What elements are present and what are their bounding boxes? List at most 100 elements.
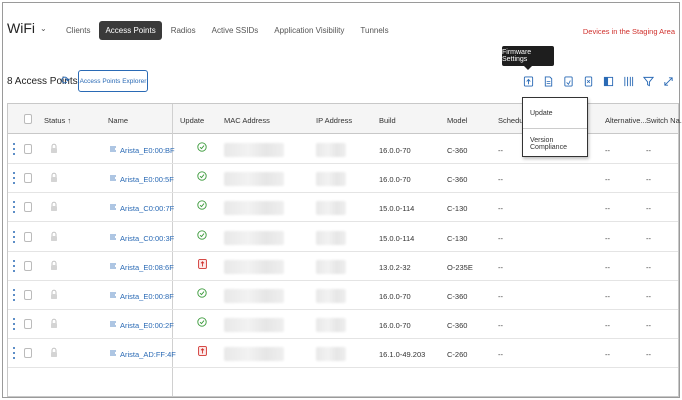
export-icon[interactable] xyxy=(558,73,578,89)
lock-icon xyxy=(51,260,57,270)
model-cell: C-130 xyxy=(447,233,468,243)
tab-active-ssids[interactable]: Active SSIDs xyxy=(205,23,266,40)
columns-icon[interactable] xyxy=(618,73,638,89)
row-actions-icon[interactable] xyxy=(13,230,16,243)
lock-icon xyxy=(51,143,57,153)
ap-name-link[interactable]: Arista_AD:FF:4F xyxy=(120,350,176,359)
tab-radios[interactable]: Radios xyxy=(164,23,203,40)
expand-icon[interactable] xyxy=(658,73,678,89)
build-cell: 15.0.0-114 xyxy=(379,204,415,214)
mac-address-redacted xyxy=(224,230,284,245)
column-model[interactable]: Model xyxy=(447,116,467,125)
ap-name-link[interactable]: Arista_C0:00:7F xyxy=(120,204,174,213)
menu-item-version-compliance[interactable]: Version Compliance xyxy=(523,128,587,158)
table-row[interactable]: Arista_E0:00:5F 16.0.0-70 C-360 -- -- -- xyxy=(8,164,678,194)
firmware-settings-tooltip: Firmware Settings xyxy=(502,46,554,70)
filter-icon[interactable] xyxy=(638,73,658,89)
row-checkbox[interactable] xyxy=(24,202,32,213)
switch-name-cell: -- xyxy=(646,204,651,214)
column-mac-address[interactable]: MAC Address xyxy=(224,116,270,125)
column-build[interactable]: Build xyxy=(379,116,396,125)
switch-name-cell: -- xyxy=(646,262,651,272)
select-all-checkbox[interactable] xyxy=(24,114,32,124)
menu-lines-icon xyxy=(110,321,116,327)
alternative-cell: -- xyxy=(605,350,610,360)
column-switch-name[interactable]: Switch Na... xyxy=(646,116,682,125)
row-checkbox[interactable] xyxy=(24,290,32,300)
row-checkbox[interactable] xyxy=(24,319,32,330)
update-available-icon[interactable] xyxy=(198,258,207,269)
column-status[interactable]: Status ↑ xyxy=(44,116,71,125)
table-row[interactable]: Arista_C0:00:3F 15.0.0-114 C-130 -- -- -- xyxy=(8,223,678,252)
mac-address-redacted xyxy=(224,289,284,303)
row-checkbox[interactable] xyxy=(24,260,32,271)
row-actions-icon[interactable] xyxy=(13,347,16,360)
schedule-cell: -- xyxy=(498,292,503,301)
lock-icon xyxy=(51,289,57,299)
table-row[interactable]: Arista_AD:FF:4F 16.1.0-49.203 C-260 -- -- -- xyxy=(8,339,678,369)
row-actions-icon[interactable] xyxy=(13,201,16,214)
alternative-cell: -- xyxy=(605,262,610,272)
update-ok-icon xyxy=(197,317,207,327)
menu-item-update[interactable]: Update xyxy=(523,98,587,128)
model-cell: C-360 xyxy=(447,146,468,155)
ap-name-link[interactable]: Arista_C0:00:3F xyxy=(120,234,174,243)
app-title: WiFi xyxy=(7,20,35,36)
staging-area-link[interactable]: Devices in the Staging Area xyxy=(583,27,675,36)
firmware-upload-icon[interactable] xyxy=(518,73,538,89)
access-points-explorer-button[interactable]: Access Points Explorer xyxy=(78,70,148,92)
ap-name-link[interactable]: Arista_E0:00:2F xyxy=(120,321,174,330)
app-switcher[interactable]: WiFi ⌄ xyxy=(7,20,47,36)
column-name[interactable]: Name xyxy=(108,116,128,125)
model-cell: C-130 xyxy=(447,204,468,214)
column-update[interactable]: Update xyxy=(180,116,204,125)
ip-address-redacted xyxy=(316,201,346,216)
tab-access-points[interactable]: Access Points xyxy=(99,21,162,40)
row-actions-icon[interactable] xyxy=(13,172,16,185)
alternative-cell: -- xyxy=(605,321,610,331)
model-cell: C-360 xyxy=(447,292,468,301)
switch-name-cell: -- xyxy=(646,175,651,185)
table-row[interactable]: Arista_E0:00:8F 16.0.0-70 C-360 -- -- -- xyxy=(8,281,678,310)
row-checkbox[interactable] xyxy=(24,348,32,359)
tab-tunnels[interactable]: Tunnels xyxy=(353,23,395,40)
ip-address-redacted xyxy=(316,289,346,303)
switch-name-cell: -- xyxy=(646,292,651,301)
lock-icon xyxy=(51,172,57,183)
column-ip-address[interactable]: IP Address xyxy=(316,116,352,125)
app-window: WiFi ⌄ Clients Access Points Radios Acti… xyxy=(2,2,682,398)
lock-icon xyxy=(51,231,57,241)
row-actions-icon[interactable] xyxy=(13,143,16,155)
build-cell: 15.0.0-114 xyxy=(379,233,415,243)
tab-application-visibility[interactable]: Application Visibility xyxy=(267,23,351,40)
row-actions-icon[interactable] xyxy=(13,289,16,301)
update-available-icon[interactable] xyxy=(198,346,207,357)
row-checkbox[interactable] xyxy=(24,173,32,184)
row-actions-icon[interactable] xyxy=(13,318,16,331)
column-alternative[interactable]: Alternative... xyxy=(605,116,647,125)
column-layout-icon[interactable] xyxy=(598,73,618,89)
mac-address-redacted xyxy=(224,201,284,216)
schedule-cell: -- xyxy=(498,204,503,214)
tab-clients[interactable]: Clients xyxy=(59,23,97,40)
alternative-cell: -- xyxy=(605,146,610,155)
ap-name-link[interactable]: Arista_E0:08:6F xyxy=(120,263,174,272)
table-row[interactable]: Arista_E0:00:2F 16.0.0-70 C-360 -- -- -- xyxy=(8,310,678,340)
refresh-icon[interactable]: ⟳ xyxy=(61,74,70,87)
ap-name-link[interactable]: Arista_E0:00:BF xyxy=(120,146,175,155)
mac-address-redacted xyxy=(224,143,284,157)
document-icon[interactable] xyxy=(538,73,558,89)
ap-name-link[interactable]: Arista_E0:00:5F xyxy=(120,175,174,184)
ap-name-link[interactable]: Arista_E0:00:8F xyxy=(120,292,174,301)
tab-bar: Clients Access Points Radios Active SSID… xyxy=(59,21,398,40)
ip-address-redacted xyxy=(316,172,346,187)
row-checkbox[interactable] xyxy=(24,144,32,154)
row-checkbox[interactable] xyxy=(24,231,32,242)
delete-icon[interactable] xyxy=(578,73,598,89)
menu-lines-icon xyxy=(110,292,116,298)
schedule-cell: -- xyxy=(498,262,503,272)
table-row[interactable]: Arista_C0:00:7F 15.0.0-114 C-130 -- -- -- xyxy=(8,193,678,223)
table-row[interactable]: Arista_E0:08:6F 13.0.2-32 O-235E -- -- -- xyxy=(8,252,678,281)
row-actions-icon[interactable] xyxy=(13,259,16,272)
ip-address-redacted xyxy=(316,230,346,245)
